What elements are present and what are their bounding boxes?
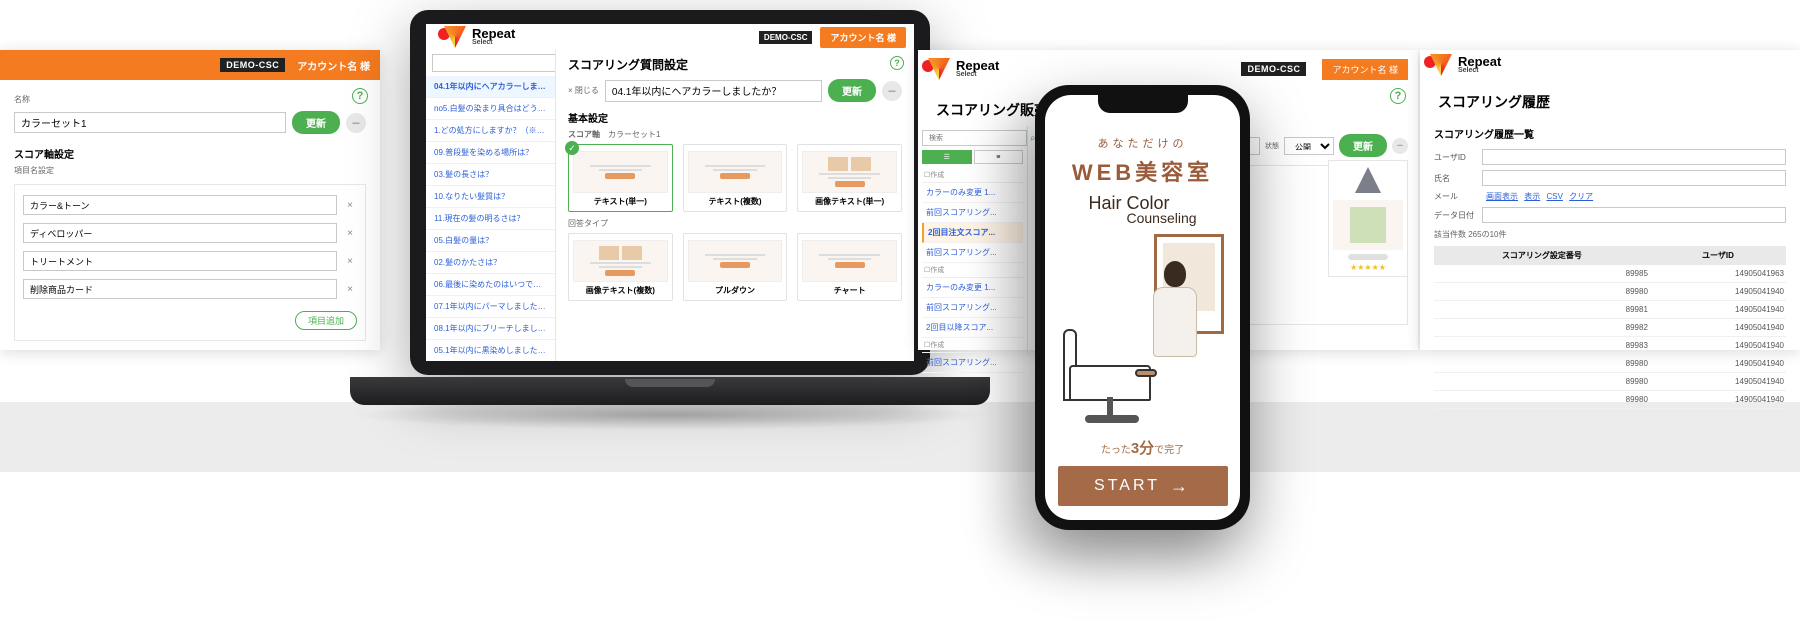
add-item-button[interactable]: 項目追加 [295,311,357,330]
logo: RepeatSelect [1420,50,1800,80]
answer-type-card[interactable]: チャート [797,233,902,301]
help-icon[interactable]: ? [890,56,904,70]
status-select[interactable]: 公開 [1284,137,1334,155]
answer-type-card[interactable]: 画像テキスト(複数) [568,233,673,301]
help-icon[interactable]: ? [1390,88,1406,104]
sidebar-search[interactable] [432,54,556,72]
arrow-icon: → [1170,476,1191,497]
answer-type-card[interactable]: 画像テキスト(単一) [797,144,902,212]
update-button[interactable]: 更新 [828,79,876,102]
sidebar-item[interactable]: 10.なりたい髪質は？ [426,186,555,208]
phone-script: Hair ColorCounseling [1088,193,1196,226]
builder-item[interactable]: 前回スコアリング... [922,298,1023,318]
sidebar-item[interactable]: 05.1年以内に黒染めしましたか？ [426,340,555,361]
section-basic: 基本設定 [568,110,902,125]
axis-item-input[interactable] [23,223,337,243]
date-input[interactable] [1482,207,1786,223]
axis-item-input[interactable] [23,195,337,215]
table-row[interactable]: 8998014905041940 [1434,391,1786,409]
sidebar-item[interactable]: 1.どの処方にしますか？（※処方=自髪の... [426,120,555,142]
table-row[interactable]: 8998214905041940 [1434,319,1786,337]
account-label: アカウント名 様 [820,27,906,48]
axis-title: スコア軸設定 [0,138,380,165]
phone-mockup: あなただけの WEB美容室 Hair ColorCounseling たった3分… [1035,85,1250,530]
close-label: × 閉じる [568,85,599,96]
demo-badge: DEMO-CSC [759,31,813,44]
builder-item[interactable]: カラーのみ変更 1... [922,278,1023,298]
user-id-input[interactable] [1482,149,1786,165]
builder-item[interactable]: 前回スコアリング... [922,353,1023,373]
sidebar-item[interactable]: 05.白髪の量は？ [426,230,555,252]
start-button[interactable]: START→ [1058,466,1228,506]
table-row[interactable]: 8998014905041940 [1434,373,1786,391]
builder-item[interactable]: 前回スコアリング... [922,203,1023,223]
name-label: 名称 [0,80,380,107]
sidebar-item[interactable]: 06.最後に染めたのはいつですか？ [426,274,555,296]
answer-type-label: 回答タイプ [568,218,902,229]
page-title: スコアリング履歴 [1420,80,1800,118]
sidebar-item[interactable]: no5.白髪の染まり具合はどうでしたか？ [426,98,555,120]
name-input[interactable] [1482,170,1786,186]
sidebar-item[interactable]: 02.髪のかたさは？ [426,252,555,274]
builder-item[interactable]: 2回目注文スコア... [922,223,1023,243]
table-row[interactable]: 8998514905041963 [1434,265,1786,283]
logo: RepeatSelect [434,24,525,52]
axis-item-input[interactable] [23,251,337,271]
sidebar-item[interactable]: 07.1年以内にパーマしましたか？ [426,296,555,318]
sidebar-item[interactable]: 09.普段髪を染める場所は？ [426,142,555,164]
table-row[interactable]: 8998014905041940 [1434,355,1786,373]
update-button[interactable]: 更新 [292,111,340,134]
axis-item-input[interactable] [23,279,337,299]
demo-badge: DEMO-CSC [220,58,285,72]
axis-sub: 項目名設定 [0,165,380,184]
sidebar-item[interactable]: 03.髪の長さは？ [426,164,555,186]
filter-link[interactable]: 表示 [1524,192,1540,201]
answer-type-card[interactable]: テキスト(単一) [568,144,673,212]
sidebar-item[interactable]: 08.1年以内にブリーチしましたか？ [426,318,555,340]
filter-link[interactable]: 画面表示 [1486,192,1518,201]
remove-icon[interactable]: − [1392,138,1408,154]
filter-link[interactable]: CSV [1546,192,1562,201]
phone-line1: あなただけの [1098,135,1188,151]
view-toggle[interactable]: ☰≡ [922,150,1023,164]
sub-title: スコアリング履歴一覧 [1434,126,1786,141]
name-input[interactable] [14,112,286,133]
table-row[interactable]: 8998314905041940 [1434,337,1786,355]
answer-type-card[interactable]: テキスト(複数) [683,144,788,212]
update-button[interactable]: 更新 [1339,134,1387,157]
builder-item[interactable]: 2回目以降スコア... [922,318,1023,338]
page-title: スコアリング質問設定 [568,56,902,73]
sidebar-item[interactable]: 11.現在の髪の明るさは？ [426,208,555,230]
filter-link[interactable]: クリア [1569,192,1593,201]
preview-card: ★★★★★ [1328,160,1408,277]
table-row[interactable]: 8998014905041940 [1434,283,1786,301]
search-input[interactable] [922,130,1027,146]
builder-item[interactable]: カラーのみ変更 1... [922,183,1023,203]
sidebar-item[interactable]: 04.1年以内にヘアカラーしましたか？ [426,76,555,98]
answer-type-card[interactable]: プルダウン [683,233,788,301]
table-row[interactable]: 8998114905041940 [1434,301,1786,319]
result-count: 該当件数 265の10件 [1434,229,1786,240]
builder-item[interactable]: 前回スコアリング... [922,243,1023,263]
question-input[interactable] [605,80,822,102]
history-table: スコアリング設定番号ユーザID 899851490504196389980149… [1434,246,1786,409]
phone-line2: WEB美容室 [1072,155,1213,187]
remove-icon[interactable]: − [882,81,902,101]
logo: RepeatSelect DEMO-CSC アカウント名 様 [918,50,1418,88]
phone-badge: たった3分で完了 [1101,437,1184,458]
